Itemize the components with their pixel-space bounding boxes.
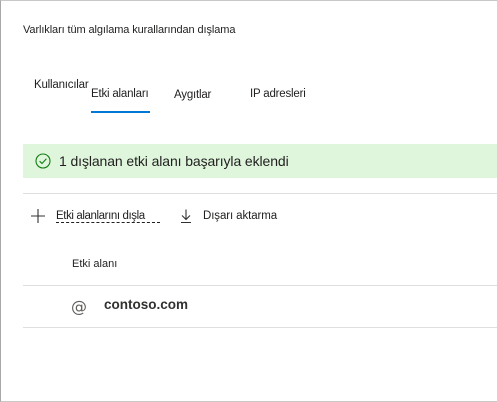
domain-name: contoso.com xyxy=(104,297,189,312)
plus-icon xyxy=(30,208,46,224)
export-button[interactable]: Dışarı aktarma xyxy=(178,205,277,227)
exclude-domains-label: Etki alanlarını dışla xyxy=(56,210,160,223)
exclude-domains-button[interactable]: Etki alanlarını dışla xyxy=(30,205,160,227)
export-label: Dışarı aktarma xyxy=(203,210,278,222)
download-icon xyxy=(178,208,194,224)
tab-bar: Kullanıcılar Etki alanları Aygıtlar IP a… xyxy=(1,79,497,119)
tab-domains[interactable]: Etki alanları xyxy=(91,88,149,100)
divider xyxy=(23,193,497,194)
table-row[interactable]: @ contoso.com xyxy=(23,286,497,327)
tab-ip-addresses[interactable]: IP adresleri xyxy=(250,88,306,100)
selected-tab-indicator xyxy=(91,111,150,113)
exclusions-panel: Varlıkları tüm algılama kurallarından dı… xyxy=(0,0,497,402)
success-message: 1 dışlanan etki alanı başarıyla eklendi xyxy=(59,153,289,169)
checkmark-circle-icon xyxy=(35,153,51,169)
tab-users[interactable]: Kullanıcılar xyxy=(34,79,89,91)
tab-devices[interactable]: Aygıtlar xyxy=(174,89,211,101)
success-banner: 1 dışlanan etki alanı başarıyla eklendi xyxy=(23,144,497,178)
at-sign-icon: @ xyxy=(71,297,87,316)
divider xyxy=(23,327,497,328)
column-header-domain[interactable]: Etki alanı xyxy=(72,258,117,270)
page-title: Varlıkları tüm algılama kurallarından dı… xyxy=(23,24,236,36)
